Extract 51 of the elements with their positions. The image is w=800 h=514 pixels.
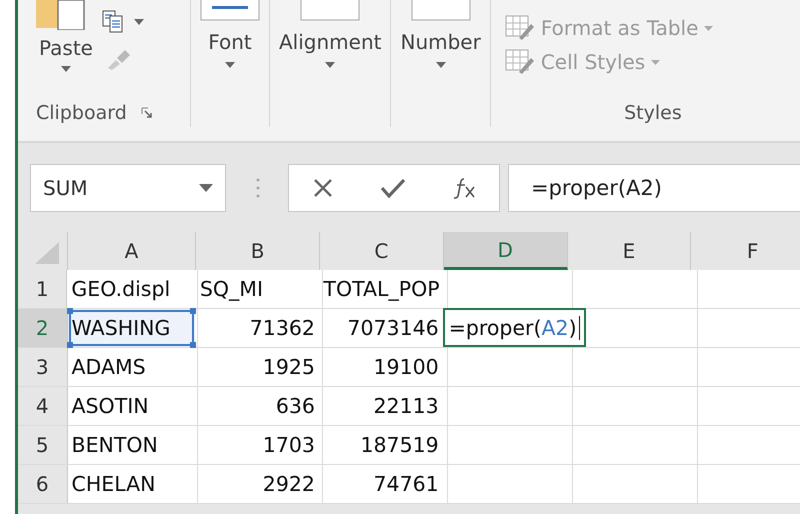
row-header[interactable]: 2 xyxy=(18,309,68,347)
column-header[interactable]: D xyxy=(444,232,568,270)
check-icon[interactable] xyxy=(380,176,406,198)
table-brush-icon xyxy=(504,48,535,76)
group-label: Styles xyxy=(624,102,682,124)
caret-icon xyxy=(704,26,714,30)
table-cell[interactable]: 22113 xyxy=(320,387,443,425)
table-cell[interactable]: 187519 xyxy=(320,426,443,464)
row-header[interactable]: 5 xyxy=(18,426,68,464)
grip-icon xyxy=(255,176,261,198)
table-cell[interactable]: ADAMS xyxy=(68,348,196,386)
cancel-icon[interactable] xyxy=(312,176,334,198)
table-cell[interactable]: BENTON xyxy=(68,426,196,464)
row-header[interactable]: 6 xyxy=(18,465,68,503)
name-box[interactable]: SUM xyxy=(30,164,226,212)
table-cell[interactable]: CHELAN xyxy=(68,465,196,503)
caret-icon xyxy=(61,66,71,72)
table-cell[interactable]: 74761 xyxy=(320,465,443,503)
table-cell[interactable]: TOTAL_POP xyxy=(319,270,444,308)
ribbon-group-button[interactable]: Alignment xyxy=(273,0,388,68)
table-cell[interactable]: 1703 xyxy=(196,426,319,464)
table-cell[interactable]: GEO.displ xyxy=(67,270,195,308)
brush-icon xyxy=(106,48,132,70)
dialog-launcher-icon[interactable] xyxy=(140,107,153,119)
paste-button[interactable]: Paste xyxy=(18,0,102,99)
formula-input[interactable]: =proper(A2) xyxy=(508,164,800,212)
table-cell[interactable]: 71362 xyxy=(196,309,319,347)
active-cell[interactable]: =proper(A2) xyxy=(442,308,586,347)
row-header[interactable]: 1 xyxy=(18,270,68,308)
row-header[interactable]: 3 xyxy=(18,348,68,386)
caret-icon xyxy=(325,62,336,68)
caret-icon xyxy=(651,60,660,64)
table-cell[interactable]: SQ_MI xyxy=(196,270,318,308)
table-cell[interactable]: ASOTIN xyxy=(68,387,196,425)
copy-button[interactable] xyxy=(102,10,144,34)
row-header[interactable]: 4 xyxy=(18,387,68,425)
referenced-cell[interactable]: WASHING xyxy=(68,309,196,347)
table-cell[interactable]: 2922 xyxy=(196,465,319,503)
table-cell[interactable]: 1925 xyxy=(196,348,319,386)
caret-icon xyxy=(225,62,235,68)
function-icon[interactable] xyxy=(452,176,476,198)
caret-icon xyxy=(134,19,144,25)
table-brush-icon xyxy=(504,14,535,42)
table-cell[interactable]: 636 xyxy=(196,387,319,425)
ribbon-group-button[interactable]: Number xyxy=(394,0,487,68)
caret-icon xyxy=(436,62,446,68)
group-label: Clipboard xyxy=(36,102,127,124)
ribbon-group-button[interactable]: Font xyxy=(194,0,266,68)
caret-icon xyxy=(199,184,213,192)
table-cell[interactable]: 19100 xyxy=(320,348,443,386)
table-cell[interactable]: 7073146 xyxy=(320,309,443,347)
